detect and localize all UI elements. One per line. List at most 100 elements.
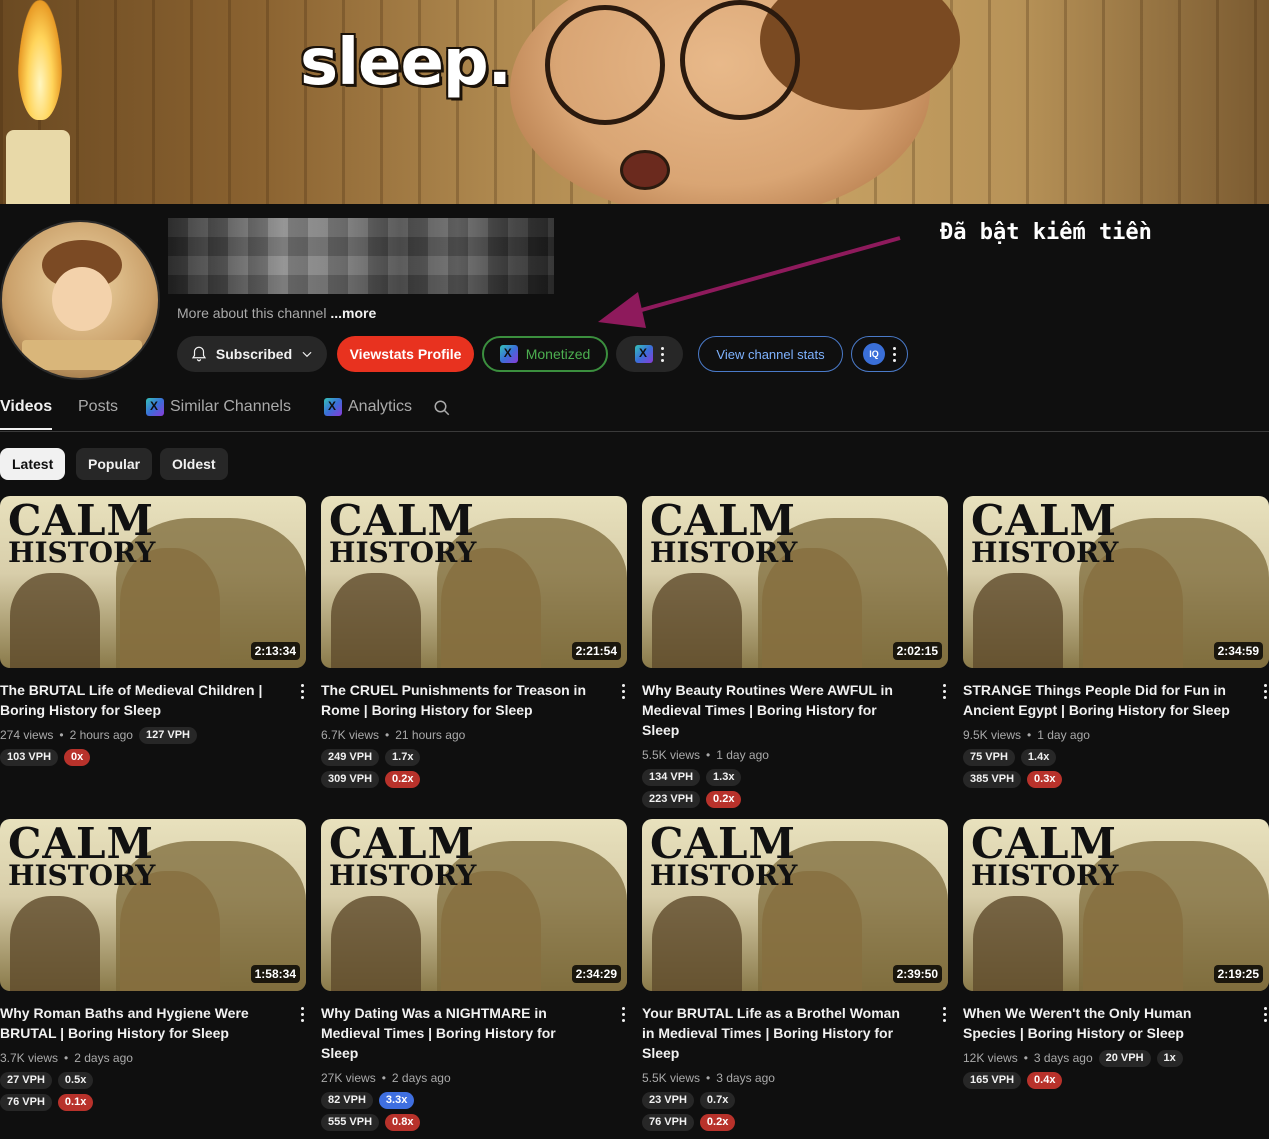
meta-separator: •	[706, 1071, 711, 1085]
thumb-brand: CALM HISTORY	[8, 823, 156, 892]
video-thumbnail[interactable]: CALM HISTORY 2:19:25	[963, 819, 1269, 991]
view-count: 5.5K views	[642, 1071, 701, 1085]
chip-latest[interactable]: Latest	[0, 448, 66, 480]
meta-separator: •	[59, 728, 64, 742]
subscribed-label: Subscribed	[215, 346, 293, 362]
vph-badge: 309 VPH	[321, 771, 380, 788]
thumb-figure	[652, 896, 742, 991]
multiplier-badge: 1x	[1156, 1049, 1183, 1067]
video-duration: 2:02:15	[892, 642, 942, 660]
video-menu-icon[interactable]	[622, 684, 625, 699]
monetized-button[interactable]: Monetized	[482, 336, 608, 372]
video-thumbnail[interactable]: CALM HISTORY 1:58:34	[0, 819, 306, 991]
video-menu-icon[interactable]	[943, 684, 946, 699]
video-card[interactable]: CALM HISTORY 2:34:59 STRANGE Things People …	[963, 496, 1269, 788]
glasses-right	[680, 0, 800, 120]
vph-badge: 555 VPH	[321, 1114, 380, 1131]
video-title[interactable]: The CRUEL Punishments for Treason in Rom…	[321, 680, 627, 720]
glasses-left	[545, 5, 665, 125]
outlier-badge: 0.2x	[706, 791, 742, 808]
brand-line1: CALM	[329, 819, 476, 868]
view-count: 274 views	[0, 728, 54, 742]
video-thumbnail[interactable]: CALM HISTORY 2:02:15	[642, 496, 948, 668]
video-title[interactable]: The BRUTAL Life of Medieval Children | B…	[0, 680, 306, 720]
thumb-figure	[331, 573, 421, 668]
view-count: 3.7K views	[0, 1051, 59, 1065]
thumb-figure	[10, 573, 100, 668]
brand-line1: CALM	[971, 819, 1118, 868]
video-card[interactable]: CALM HISTORY 2:34:29 Why Dating Was a NIGHT…	[321, 819, 627, 1131]
video-title[interactable]: When We Weren't the Only Human Species |…	[963, 1003, 1269, 1043]
search-icon[interactable]	[433, 399, 451, 417]
video-thumbnail[interactable]: CALM HISTORY 2:34:59	[963, 496, 1269, 668]
iq-extension-button[interactable]: IQ	[851, 336, 908, 372]
vph-badge: 249 VPH	[321, 749, 380, 766]
brand-line2: HISTORY	[329, 858, 477, 892]
outlier-badge: 0.4x	[1027, 1072, 1063, 1089]
view-channel-stats-button[interactable]: View channel stats	[698, 336, 843, 372]
video-title[interactable]: Why Roman Baths and Hygiene Were BRUTAL …	[0, 1003, 306, 1043]
video-card[interactable]: CALM HISTORY 2:02:15 Why Beauty Routines We…	[642, 496, 948, 808]
video-card[interactable]: CALM HISTORY 2:19:25 When We Weren't the On…	[963, 819, 1269, 1089]
video-menu-icon[interactable]	[622, 1007, 625, 1022]
video-title[interactable]: Why Beauty Routines Were AWFUL in Mediev…	[642, 680, 948, 740]
thumb-brand: CALM HISTORY	[650, 823, 797, 890]
channel-description-link[interactable]: More about this channel ...more	[177, 305, 376, 321]
chevron-down-icon	[302, 351, 312, 358]
video-card[interactable]: CALM HISTORY 2:13:34 The BRUTAL Life of Med…	[0, 496, 306, 766]
thumb-brand: CALM HISTORY	[650, 500, 797, 567]
channel-banner: sleep.	[0, 0, 1269, 204]
upload-age: 21 hours ago	[395, 728, 466, 742]
viewstats-more-button[interactable]	[616, 336, 683, 372]
active-tab-indicator	[0, 428, 52, 430]
video-title[interactable]: Your BRUTAL Life as a Brothel Woman in M…	[642, 1003, 948, 1063]
stats-row: 555 VPH 0.8x	[321, 1114, 627, 1131]
video-title[interactable]: Why Dating Was a NIGHTMARE in Medieval T…	[321, 1003, 627, 1063]
outlier-badge: 0.8x	[385, 1114, 421, 1131]
outlier-badge: 0.1x	[57, 1094, 94, 1111]
channel-avatar[interactable]	[0, 220, 160, 380]
video-menu-icon[interactable]	[301, 684, 304, 699]
tab-label: Analytics	[348, 398, 413, 415]
stats-row: 75 VPH 1.4x	[963, 749, 1269, 766]
video-menu-icon[interactable]	[1264, 684, 1267, 699]
subscribed-button[interactable]: Subscribed	[177, 336, 327, 372]
chip-popular[interactable]: Popular	[76, 448, 153, 480]
tab-label: Similar Channels	[170, 398, 291, 415]
vph-badge: 82 VPH	[321, 1092, 373, 1109]
video-thumbnail[interactable]: CALM HISTORY 2:34:29	[321, 819, 627, 991]
stats-row: 103 VPH 0x	[0, 749, 306, 766]
bell-icon	[191, 346, 206, 362]
tab-analytics[interactable]: Analytics	[324, 398, 412, 416]
multiplier-badge: 0.7x	[699, 1092, 736, 1109]
brand-line1: CALM	[971, 496, 1118, 545]
viewstats-profile-button[interactable]: Viewstats Profile	[337, 336, 474, 372]
video-card[interactable]: CALM HISTORY 1:58:34 Why Roman Baths and Hy…	[0, 819, 306, 1111]
video-menu-icon[interactable]	[943, 1007, 946, 1022]
upload-age: 3 days ago	[716, 1071, 775, 1085]
brand-line2: HISTORY	[8, 858, 156, 892]
vph-badge: 127 VPH	[138, 726, 197, 744]
video-card[interactable]: CALM HISTORY 2:39:50 Your BRUTAL Life as a …	[642, 819, 948, 1131]
vph-badge: 76 VPH	[0, 1094, 52, 1111]
more-link[interactable]: ...more	[330, 305, 376, 321]
thumb-figure	[331, 896, 421, 991]
tab-posts[interactable]: Posts	[78, 398, 118, 416]
view-count: 27K views	[321, 1071, 376, 1085]
thumb-figure	[973, 573, 1063, 668]
thumb-brand: CALM HISTORY	[971, 496, 1118, 567]
tab-videos[interactable]: Videos	[0, 398, 52, 416]
video-menu-icon[interactable]	[301, 1007, 304, 1022]
more-about-label: More about this channel	[177, 305, 327, 321]
view-count: 6.7K views	[321, 728, 380, 742]
video-title[interactable]: STRANGE Things People Did for Fun in Anc…	[963, 680, 1269, 720]
chip-oldest[interactable]: Oldest	[160, 448, 228, 480]
outlier-badge: 0.2x	[385, 771, 421, 788]
tab-similar-channels[interactable]: Similar Channels	[146, 398, 291, 416]
video-thumbnail[interactable]: CALM HISTORY 2:39:50	[642, 819, 948, 991]
video-menu-icon[interactable]	[1264, 1007, 1267, 1022]
video-thumbnail[interactable]: CALM HISTORY 2:21:54	[321, 496, 627, 668]
iq-icon: IQ	[863, 343, 885, 365]
video-thumbnail[interactable]: CALM HISTORY 2:13:34	[0, 496, 306, 668]
video-card[interactable]: CALM HISTORY 2:21:54 The CRUEL Punishments …	[321, 496, 627, 788]
